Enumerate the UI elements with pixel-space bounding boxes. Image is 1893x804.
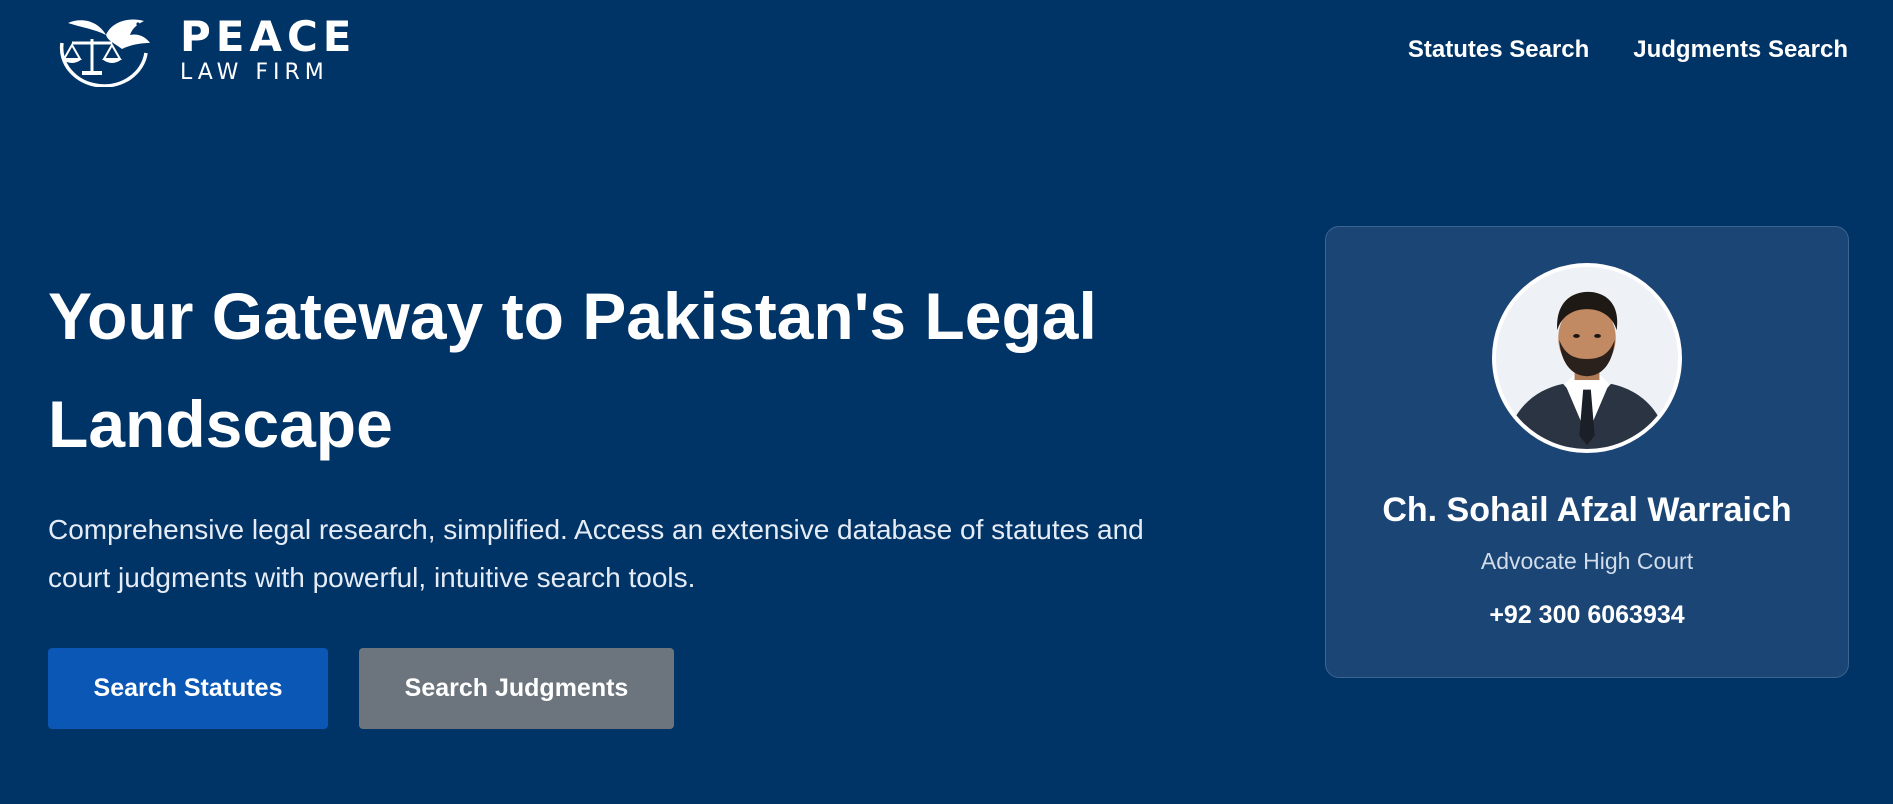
hero-description: Comprehensive legal research, simplified… xyxy=(48,514,1144,593)
header: PEACE LAW FIRM Statutes Search Judgments… xyxy=(48,10,1848,90)
brand-subtitle: LAW FIRM xyxy=(180,60,329,85)
hero: Your Gateway to Pakistan's Legal Landsca… xyxy=(48,262,1188,729)
search-statutes-button[interactable]: Search Statutes xyxy=(48,648,328,729)
logo[interactable]: PEACE LAW FIRM xyxy=(48,13,357,87)
brand-title: PEACE xyxy=(180,12,357,61)
person-portrait-icon xyxy=(1496,267,1678,449)
profile-phone[interactable]: +92 300 6063934 xyxy=(1489,601,1684,630)
nav-link-statutes-search[interactable]: Statutes Search xyxy=(1408,36,1589,64)
profile-card: Ch. Sohail Afzal Warraich Advocate High … xyxy=(1325,226,1849,678)
search-judgments-button[interactable]: Search Judgments xyxy=(359,648,674,729)
profile-name: Ch. Sohail Afzal Warraich xyxy=(1382,491,1792,529)
nav-link-judgments-search[interactable]: Judgments Search xyxy=(1633,36,1848,64)
profile-role: Advocate High Court xyxy=(1480,548,1694,574)
page: PEACE LAW FIRM Statutes Search Judgments… xyxy=(0,0,1893,804)
logo-text: PEACE LAW FIRM xyxy=(180,16,357,84)
hero-title: Your Gateway to Pakistan's Legal Landsca… xyxy=(48,279,1097,461)
hero-buttons: Search Statutes Search Judgments xyxy=(48,648,1188,729)
top-nav: Statutes Search Judgments Search xyxy=(1408,36,1848,64)
avatar xyxy=(1492,263,1682,453)
dove-scales-icon xyxy=(59,19,150,87)
